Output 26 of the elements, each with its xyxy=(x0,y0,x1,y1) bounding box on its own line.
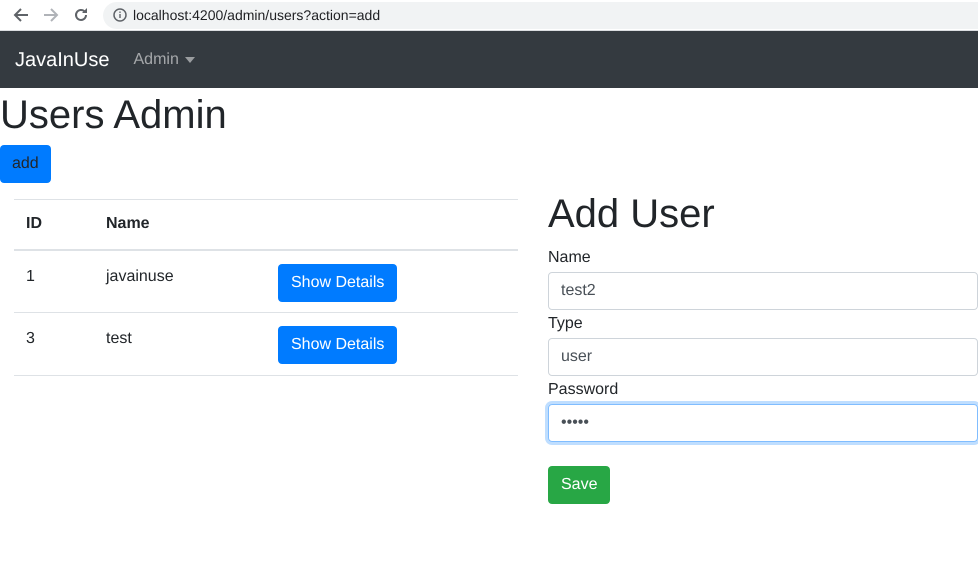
brand-link[interactable]: JavaInUse xyxy=(15,44,110,74)
info-icon xyxy=(113,8,127,22)
input-field[interactable]: test2 xyxy=(548,272,978,310)
page-heading: Users Admin xyxy=(0,92,228,139)
name-cell: test xyxy=(106,330,132,347)
add-button[interactable]: add xyxy=(0,145,51,183)
show-details-button[interactable]: Show Details xyxy=(278,264,398,302)
field-label: Password xyxy=(548,380,620,400)
input-field[interactable]: ••••• xyxy=(548,404,978,442)
reload-icon[interactable] xyxy=(73,7,89,23)
caret-icon xyxy=(184,56,195,62)
address-bar[interactable]: localhost:4200/admin/users?action=add xyxy=(103,2,978,28)
input-field[interactable]: user xyxy=(548,338,978,376)
column-header: ID xyxy=(26,215,42,232)
menu-label: Admin xyxy=(134,50,179,70)
name-cell: javainuse xyxy=(106,268,174,284)
back-icon[interactable] xyxy=(13,7,29,23)
url-text: localhost:4200/admin/users?action=add xyxy=(133,6,380,24)
field-label: Name xyxy=(548,248,592,268)
show-details-button[interactable]: Show Details xyxy=(278,326,398,364)
id-cell: 3 xyxy=(26,330,35,347)
admin-menu[interactable]: Admin xyxy=(134,48,195,72)
field-label: Type xyxy=(548,314,584,334)
form-title: Add User xyxy=(548,191,716,238)
id-cell: 1 xyxy=(26,268,35,284)
column-header: Name xyxy=(106,215,150,232)
